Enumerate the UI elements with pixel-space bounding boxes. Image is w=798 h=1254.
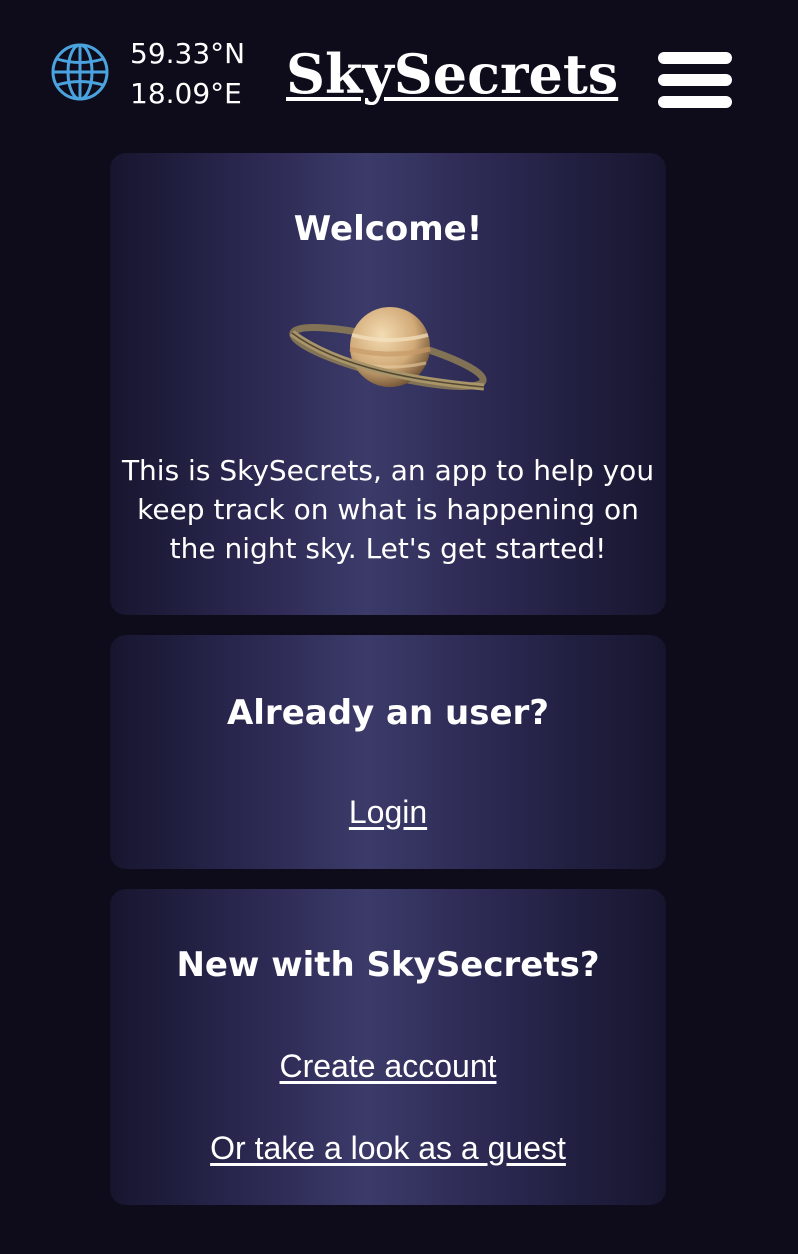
app-title[interactable]: SkySecrets xyxy=(286,36,618,112)
menu-bar xyxy=(658,52,732,64)
latitude-text: 59.33°N xyxy=(130,37,246,70)
location-coordinates: 59.33°N 18.09°E xyxy=(130,34,245,114)
menu-bar xyxy=(658,96,732,108)
create-account-link[interactable]: Create account xyxy=(279,1047,496,1085)
login-card: Already an user? Login xyxy=(110,635,666,869)
saturn-planet-image xyxy=(289,307,487,391)
app-page: 59.33°N 18.09°E SkySecrets Welcome! This… xyxy=(0,0,798,1254)
welcome-title: Welcome! xyxy=(293,209,483,249)
longitude-text: 18.09°E xyxy=(130,77,242,110)
guest-link[interactable]: Or take a look as a guest xyxy=(210,1129,566,1167)
signup-card-title: New with SkySecrets? xyxy=(176,945,600,985)
welcome-card: Welcome! This is SkySecrets, an app to h… xyxy=(110,153,666,615)
globe-icon[interactable] xyxy=(50,42,110,102)
hamburger-menu-icon[interactable] xyxy=(658,52,732,110)
welcome-description: This is SkySecrets, an app to help you k… xyxy=(121,454,655,565)
app-header: 59.33°N 18.09°E SkySecrets xyxy=(0,0,798,150)
menu-bar xyxy=(658,74,732,86)
login-card-title: Already an user? xyxy=(226,693,550,733)
login-link[interactable]: Login xyxy=(349,793,427,831)
signup-card: New with SkySecrets? Create account Or t… xyxy=(110,889,666,1205)
